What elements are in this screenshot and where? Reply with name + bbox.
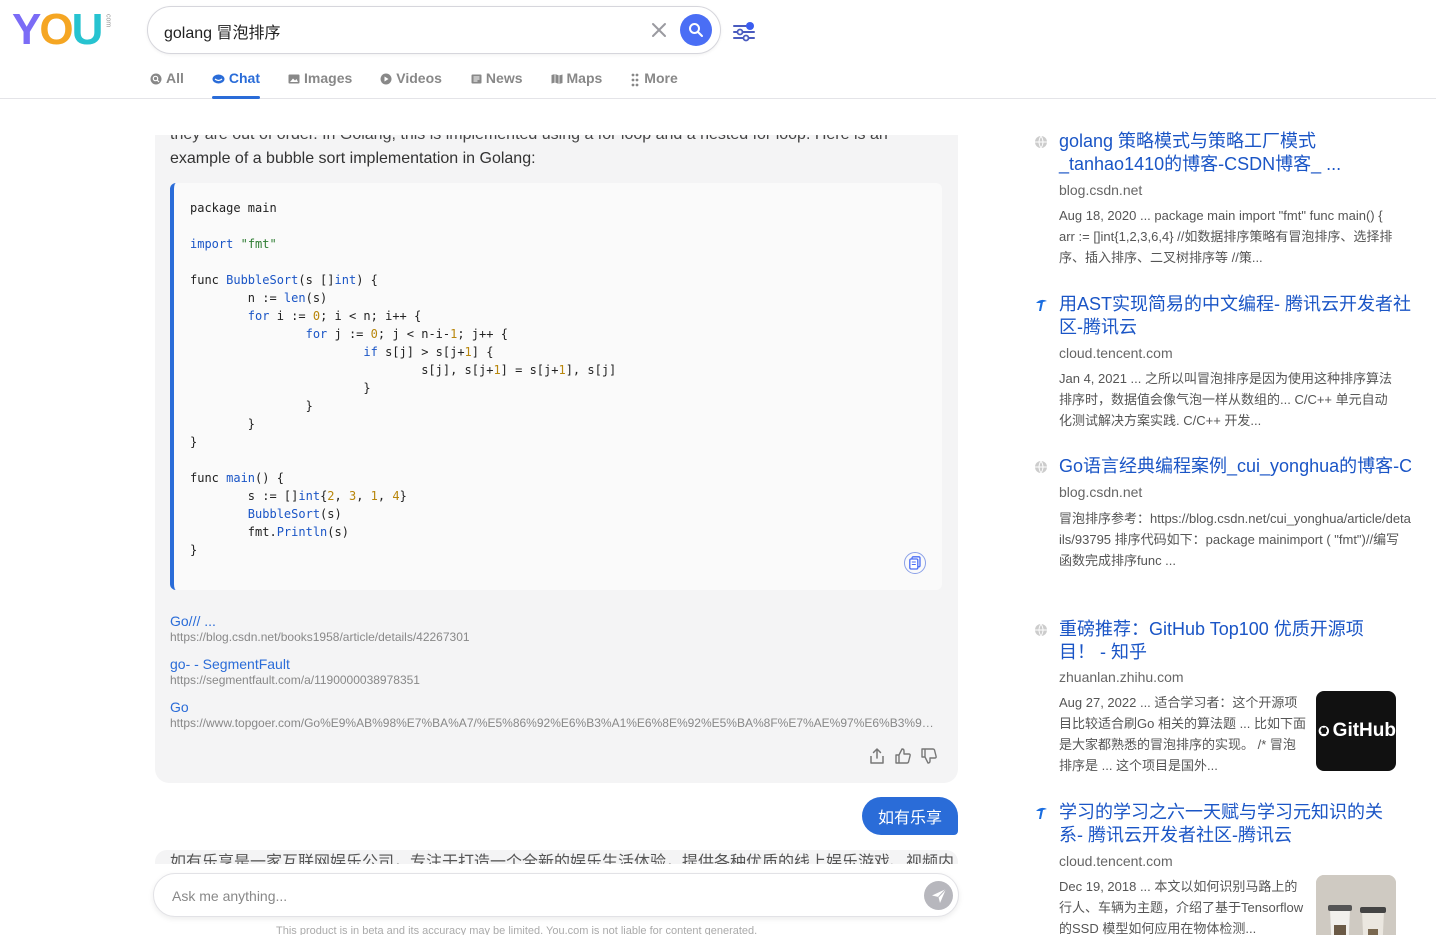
result-snippet: Aug 18, 2020 ... package main import "fm… — [1059, 208, 1393, 265]
play-icon — [380, 73, 392, 85]
result-domain[interactable]: cloud.tencent.com — [1059, 345, 1173, 361]
cups-image — [1316, 875, 1396, 935]
result-title[interactable]: golang 策略模式与策略工厂模式_tanhao1410的博客-CSDN博客_… — [1059, 130, 1411, 176]
result-title[interactable]: 学习的学习之六一天赋与学习元知识的关系- 腾讯云开发者社区-腾讯云 — [1059, 801, 1389, 847]
you-logo[interactable]: YOU com — [12, 5, 112, 54]
tab-videos[interactable]: Videos — [380, 70, 442, 99]
code-block[interactable]: package main import "fmt" func BubbleSor… — [170, 183, 942, 590]
tab-news[interactable]: News — [470, 70, 523, 99]
search-input[interactable] — [164, 19, 634, 43]
tencent-icon — [1036, 807, 1047, 819]
result-snippet: Jan 4, 2021 ... 之所以叫冒泡排序是因为使用这种排序算法排序时，数… — [1059, 371, 1393, 428]
search-icon — [150, 73, 162, 85]
tab-all[interactable]: All — [150, 70, 184, 99]
search-button[interactable] — [680, 14, 712, 46]
send-button[interactable] — [924, 881, 953, 910]
chat-icon — [212, 74, 225, 84]
feedback-actions — [868, 747, 938, 765]
map-icon — [551, 74, 562, 84]
reference-item[interactable]: Go/// ... https://blog.csdn.net/books195… — [170, 613, 940, 644]
filter-settings-icon[interactable] — [732, 20, 756, 42]
reference-item[interactable]: go- - SegmentFault https://segmentfault.… — [170, 656, 940, 687]
result-title[interactable]: 用AST实现简易的中文编程- 腾讯云开发者社区-腾讯云 — [1059, 293, 1411, 339]
newspaper-icon — [471, 74, 482, 84]
github-icon — [1318, 725, 1330, 737]
code-content: package main import "fmt" func BubbleSor… — [190, 201, 617, 557]
share-icon[interactable] — [868, 747, 886, 765]
tab-maps[interactable]: Maps — [551, 70, 602, 99]
clear-icon[interactable] — [648, 19, 670, 41]
image-icon — [288, 74, 300, 84]
result-snippet: Dec 19, 2018 ... 本文以如何识别马路上的行人、车辆为主题，介绍了… — [1059, 879, 1304, 935]
search-box — [147, 6, 721, 54]
header: YOU com All Chat Images Videos — [0, 0, 1436, 99]
disclaimer: This product is in beta and its accuracy… — [276, 925, 758, 935]
result-snippet: Aug 27, 2022 ... 适合学习者：这个开源项目比较适合刷Go 相关的… — [1059, 695, 1307, 773]
logo-text: YOU — [12, 5, 103, 54]
search-icon — [689, 23, 703, 37]
reference-list: Go/// ... https://blog.csdn.net/books195… — [170, 613, 940, 742]
copy-code-icon[interactable] — [904, 552, 926, 574]
thumbs-down-icon[interactable] — [920, 747, 938, 765]
ask-box — [153, 873, 959, 917]
logo-sub: com — [104, 14, 112, 28]
send-icon — [931, 888, 946, 903]
tab-chat[interactable]: Chat — [211, 70, 261, 99]
tencent-icon — [1036, 299, 1047, 311]
globe-icon — [1035, 623, 1047, 637]
more-icon — [631, 73, 639, 87]
chat-answer-card: they are out of order. In Golang, this i… — [155, 135, 958, 783]
result-domain[interactable]: blog.csdn.net — [1059, 182, 1142, 198]
result-title[interactable]: 重磅推荐：GitHub Top100 优质开源项目！ - 知乎 — [1059, 618, 1379, 664]
globe-icon — [1035, 460, 1047, 474]
search-tabs: All Chat Images Videos News Maps More — [150, 70, 706, 99]
reference-item[interactable]: Go https://www.topgoer.com/Go%E9%AB%98%E… — [170, 699, 940, 730]
result-domain[interactable]: zhuanlan.zhihu.com — [1059, 669, 1184, 685]
globe-icon — [1035, 135, 1047, 149]
next-answer-card: 如有乐享是一家互联网娱乐公司，专注于打造一个全新的娱乐生活体验，提供各种优质的线… — [155, 850, 958, 864]
result-domain[interactable]: cloud.tencent.com — [1059, 853, 1173, 869]
user-message-bubble: 如有乐享 — [862, 797, 958, 835]
chat-input[interactable] — [172, 885, 892, 907]
result-domain[interactable]: blog.csdn.net — [1059, 484, 1142, 500]
tab-more[interactable]: More — [630, 70, 678, 99]
result-title[interactable]: Go语言经典编程案例_cui_yonghua的博客-CSDN博客 — [1059, 455, 1411, 478]
tab-images[interactable]: Images — [288, 70, 352, 99]
result-snippet: 冒泡排序参考：https://blog.csdn.net/cui_yonghua… — [1059, 511, 1411, 568]
result-thumbnail[interactable] — [1316, 875, 1396, 935]
result-thumbnail[interactable]: GitHub — [1316, 691, 1396, 771]
thumbs-up-icon[interactable] — [894, 747, 912, 765]
answer-text: they are out of order. In Golang, this i… — [170, 135, 888, 167]
